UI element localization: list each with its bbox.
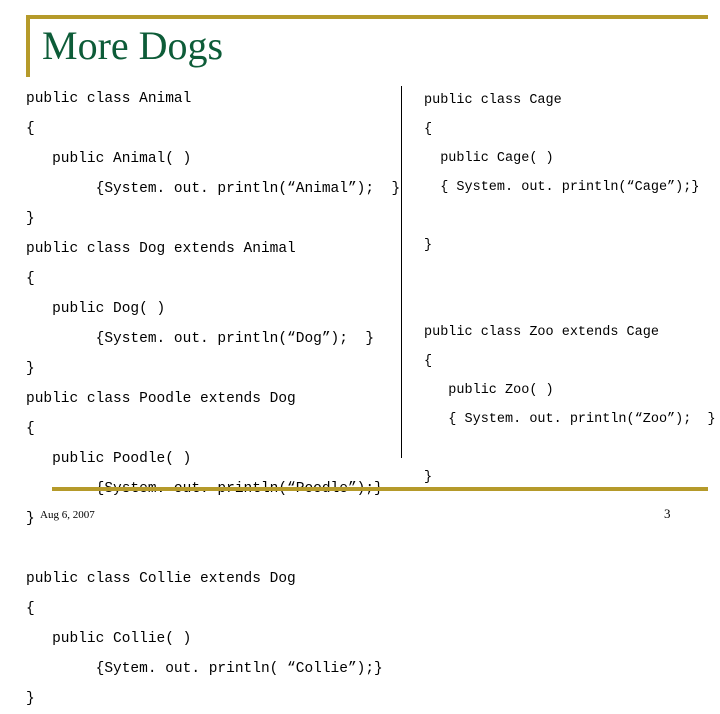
footer-accent-rule (52, 487, 708, 491)
footer-page-number: 3 (664, 506, 671, 521)
code-block-left: public class Animal { public Animal( ) {… (26, 91, 401, 707)
footer-date: Aug 6, 2007 (40, 509, 95, 521)
title-accent-rule-top (26, 15, 708, 19)
code-block-right: public class Cage { public Cage( ) { Sys… (424, 93, 716, 485)
column-divider (401, 86, 402, 458)
title-accent-rule-left (26, 15, 30, 77)
page-title: More Dogs (42, 23, 224, 68)
